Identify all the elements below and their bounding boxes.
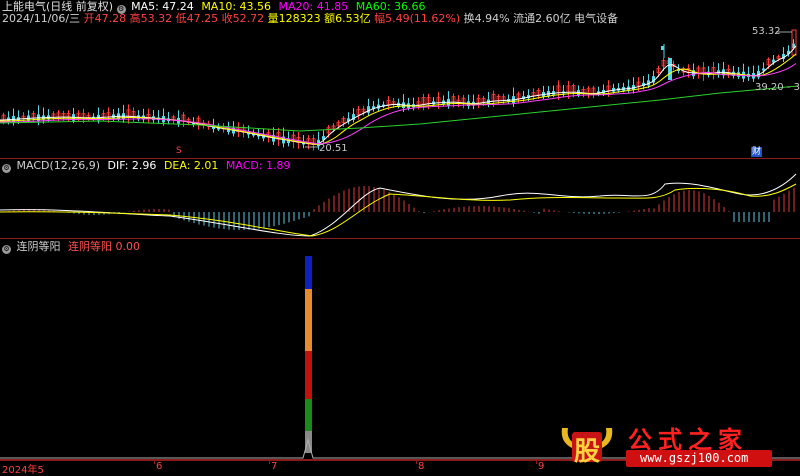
watermark-logo: 股 bbox=[558, 418, 616, 467]
indicator-bar-blue bbox=[305, 256, 312, 289]
watermark-url: www.gszj100.com bbox=[640, 451, 749, 465]
indicator-bar-green bbox=[305, 399, 312, 431]
x-label-4: 9 bbox=[538, 461, 545, 472]
x-label-1: 6 bbox=[156, 461, 163, 472]
watermark-url-box: www.gszj100.com bbox=[626, 450, 772, 467]
indicator-chart[interactable] bbox=[0, 0, 800, 474]
indicator-bar-red bbox=[305, 351, 312, 399]
x-label-3: 8 bbox=[418, 461, 425, 472]
x-label-2: 7 bbox=[271, 461, 278, 472]
indicator-bar-orange bbox=[305, 289, 312, 351]
logo-char: 股 bbox=[574, 437, 601, 467]
